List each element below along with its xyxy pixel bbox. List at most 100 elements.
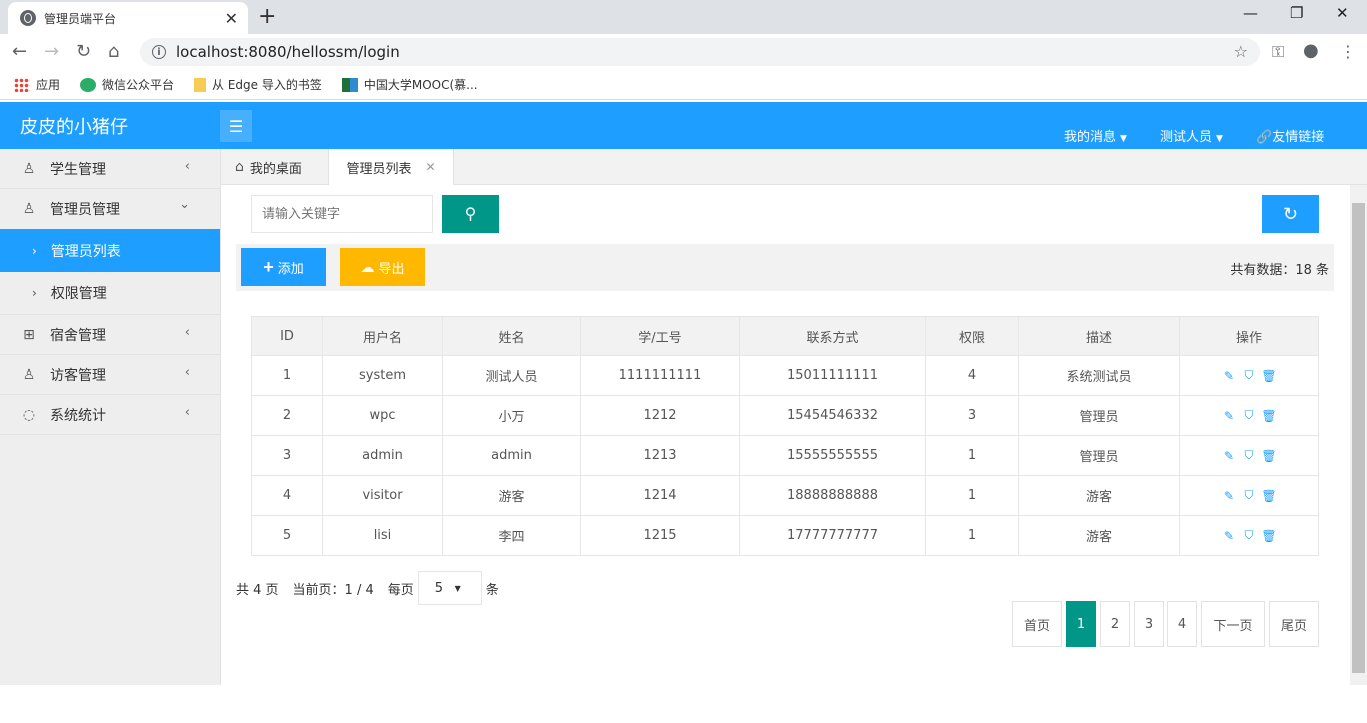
key-icon[interactable]: ⚿ (1272, 42, 1284, 62)
edit-icon[interactable]: ✎ (1222, 449, 1236, 463)
menu-toggle-icon[interactable]: ☰ (220, 110, 252, 142)
nav-links-label: 友情链接 (1272, 130, 1325, 145)
new-tab-icon[interactable]: + (258, 4, 276, 29)
chevron-left-icon: ‹ (184, 365, 190, 380)
page-1-button[interactable]: 1 (1066, 601, 1096, 647)
browser-tab[interactable]: 管理员端平台 ✕ (8, 2, 248, 34)
page-4-button[interactable]: 4 (1167, 601, 1197, 647)
search-input[interactable] (251, 195, 433, 233)
table-row: 4 visitor 游客 1214 18888888888 1 游客 ✎ ⛉ 🗑 (251, 475, 1319, 516)
row-actions: ✎ ⛉ 🗑 (1180, 488, 1318, 503)
browser-tabstrip: 管理员端平台 ✕ + — ❐ ✕ (0, 0, 1367, 34)
menu-dots-icon[interactable]: ⋮ (1340, 42, 1356, 61)
page-next-button[interactable]: 下一页 (1201, 601, 1265, 647)
per-page-value: 5 (434, 580, 444, 596)
reload-icon[interactable]: ↻ (76, 41, 91, 62)
add-button[interactable]: + 添加 (241, 248, 326, 286)
table-cell: 1111111111 (580, 355, 740, 396)
col-header: 操作 (1179, 316, 1319, 356)
shield-icon[interactable]: ⛉ (1242, 368, 1256, 383)
trash-icon[interactable]: 🗑 (1261, 449, 1276, 463)
table-row: 2 wpc 小万 1212 15454546332 3 管理员 ✎ ⛉ 🗑 (251, 395, 1319, 436)
table-cell: 5 (251, 515, 323, 556)
table-cell: 1 (925, 515, 1019, 556)
shield-icon[interactable]: ⛉ (1242, 448, 1256, 463)
bookmark-mooc[interactable]: 中国大学MOOC(慕... (341, 76, 478, 93)
sidebar-sub-permissions[interactable]: › 权限管理 (0, 272, 220, 315)
shield-icon[interactable]: ⛉ (1242, 528, 1256, 543)
edit-icon[interactable]: ✎ (1222, 409, 1236, 423)
bookmark-apps[interactable]: 应用 (14, 76, 60, 93)
table-container: ID 用户名 姓名 学/工号 联系方式 权限 描述 操作 1 system 测试人员… (236, 291, 1334, 573)
table-cell: 3 (925, 395, 1019, 436)
bookmark-star-icon[interactable]: ☆ (1234, 42, 1248, 61)
forward-icon[interactable]: → (44, 41, 59, 62)
sidebar-item-students[interactable]: ♙ 学生管理 ‹ (0, 149, 220, 189)
table-row: 3 admin admin 1213 15555555555 1 管理员 ✎ ⛉ 🗑 (251, 435, 1319, 476)
trash-icon[interactable]: 🗑 (1261, 409, 1276, 423)
restore-icon[interactable]: ❐ (1290, 4, 1303, 22)
address-bar[interactable]: i localhost:8080/hellossm/login ☆ (140, 38, 1260, 66)
refresh-icon: ↻ (1282, 203, 1299, 224)
sidebar-item-label: 访客管理 (50, 367, 106, 384)
page-last-button[interactable]: 尾页 (1269, 601, 1319, 647)
col-header: 用户名 (322, 316, 443, 356)
trash-icon[interactable]: 🗑 (1261, 369, 1276, 383)
sidebar-item-visitors[interactable]: ♙ 访客管理 ‹ (0, 355, 220, 395)
chevron-left-icon: ‹ (184, 159, 190, 174)
table-cell: 1212 (580, 395, 740, 436)
edit-icon[interactable]: ✎ (1222, 489, 1236, 503)
shield-icon[interactable]: ⛉ (1242, 408, 1256, 423)
col-header: 描述 (1018, 316, 1180, 356)
folder-icon (194, 77, 207, 92)
page-2-button[interactable]: 2 (1100, 601, 1130, 647)
bookmark-wechat[interactable]: 微信公众平台 (80, 76, 174, 93)
per-page-select[interactable]: 5 ▼ (417, 571, 482, 605)
user-icon: ♙ (22, 160, 36, 177)
chevron-right-icon: › (32, 243, 37, 258)
home-icon[interactable]: ⌂ (108, 41, 119, 62)
info-icon[interactable]: i (152, 45, 166, 59)
search-button[interactable]: ⚲ (442, 195, 499, 233)
table-cell: lisi (322, 515, 443, 556)
trash-icon[interactable]: 🗑 (1261, 489, 1276, 503)
table-cell: 17777777777 (739, 515, 926, 556)
nav-messages[interactable]: 我的消息 ▼ (1064, 126, 1127, 145)
back-icon[interactable]: ← (12, 41, 27, 62)
home-icon: ⌂ (235, 159, 244, 175)
page-3-button[interactable]: 3 (1134, 601, 1164, 647)
nav-links[interactable]: 🔗友情链接 (1256, 126, 1324, 145)
shield-icon[interactable]: ⛉ (1242, 488, 1256, 503)
table-cell: 管理员 (1018, 395, 1180, 436)
mooc-icon (341, 77, 358, 92)
refresh-button[interactable]: ↻ (1262, 195, 1319, 233)
sidebar-item-stats[interactable]: ◌ 系统统计 ‹ (0, 395, 220, 435)
col-header: 学/工号 (580, 316, 740, 356)
close-icon[interactable]: ✕ (425, 160, 435, 174)
sidebar-item-dorms[interactable]: ⊞ 宿舍管理 ‹ (0, 315, 220, 355)
edit-icon[interactable]: ✎ (1222, 369, 1236, 383)
row-actions: ✎ ⛉ 🗑 (1180, 528, 1318, 543)
export-button[interactable]: ☁ 导出 (340, 248, 425, 286)
table-row: 1 system 测试人员 1111111111 15011111111 4 系统测试员 ✎ ⛉… (251, 355, 1319, 396)
page-scrollbar[interactable] (1350, 185, 1367, 685)
bookmark-edge-folder[interactable]: 从 Edge 导入的书签 (194, 76, 322, 93)
tab-admin-list[interactable]: 管理员列表 ✕ (328, 149, 454, 185)
visitor-icon: ♙ (22, 366, 36, 383)
scrollbar-thumb[interactable] (1352, 203, 1365, 673)
trash-icon[interactable]: 🗑 (1261, 529, 1276, 543)
table-header-row: ID 用户名 姓名 学/工号 联系方式 权限 描述 操作 (251, 316, 1319, 356)
minimize-icon[interactable]: — (1243, 4, 1258, 22)
tab-home[interactable]: ⌂ 我的桌面 (235, 149, 302, 185)
wechat-icon (80, 77, 97, 92)
profile-icon[interactable]: ● (1303, 40, 1319, 61)
col-header: 权限 (925, 316, 1019, 356)
edit-icon[interactable]: ✎ (1222, 529, 1236, 543)
close-tab-icon[interactable]: ✕ (225, 9, 238, 28)
nav-user[interactable]: 测试人员 ▼ (1160, 126, 1223, 145)
sidebar-sub-admin-list[interactable]: › 管理员列表 (0, 229, 220, 272)
page-first-button[interactable]: 首页 (1012, 601, 1062, 647)
close-window-icon[interactable]: ✕ (1336, 4, 1349, 22)
sidebar-item-admins[interactable]: ♙ 管理员管理 ⌄ (0, 189, 220, 229)
table-cell: admin (322, 435, 443, 476)
